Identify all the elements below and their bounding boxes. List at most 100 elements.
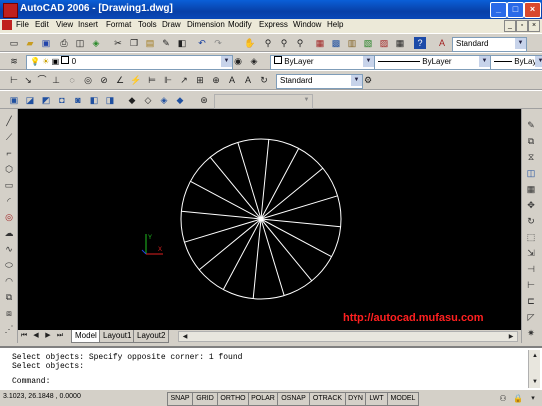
close-button[interactable]: × (524, 2, 541, 18)
menu-express[interactable]: Express (259, 20, 288, 29)
sphere-icon[interactable]: ◘ (56, 94, 68, 106)
chevron-down-icon[interactable]: ▼ (535, 56, 542, 67)
menu-tools[interactable]: Tools (138, 20, 157, 29)
prev-tab-icon[interactable]: ◀ (30, 330, 42, 342)
properties-icon[interactable]: ▦ (314, 37, 326, 49)
menu-help[interactable]: Help (327, 20, 343, 29)
lineweight-dropdown[interactable]: ByLayer ▼ (490, 55, 542, 70)
dimension-text-edit-icon[interactable]: A (242, 74, 254, 86)
spoke-line[interactable] (260, 167, 324, 220)
shade-wireframe-icon[interactable]: ◆ (126, 94, 138, 106)
layer-manager-icon[interactable]: ≋ (8, 55, 20, 67)
baseline-dimension-icon[interactable]: ⊨ (146, 74, 158, 86)
autocad-app-icon[interactable] (3, 3, 18, 18)
mirror-icon[interactable]: ⧖ (525, 151, 537, 163)
chevron-down-icon[interactable]: ▼ (301, 95, 312, 106)
first-tab-icon[interactable]: ⏮ (18, 330, 30, 342)
quick-dimension-icon[interactable]: ⚡ (130, 74, 142, 86)
tab-layout2[interactable]: Layout2 (133, 330, 170, 343)
chevron-down-icon[interactable]: ▼ (221, 56, 232, 67)
polygon-icon[interactable]: ⬡ (3, 163, 15, 175)
break-icon[interactable]: ⊏ (525, 295, 537, 307)
continue-dimension-icon[interactable]: ⊩ (162, 74, 174, 86)
drawing-area[interactable]: Y X http://autocad.mufasu.com (18, 109, 521, 330)
menu-insert[interactable]: Insert (78, 20, 98, 29)
minimize-button[interactable]: _ (490, 2, 507, 18)
dimension-style-icon[interactable]: ⚙ (362, 74, 374, 86)
array-icon[interactable]: ▦ (525, 183, 537, 195)
command-scrollbar[interactable]: ▲ ▼ (528, 350, 540, 388)
gouraud-shaded-icon[interactable]: ◆ (174, 94, 186, 106)
new-icon[interactable]: ▭ (8, 37, 20, 49)
design-center-icon[interactable]: ▩ (330, 37, 342, 49)
arc-length-icon[interactable]: ⌒ (36, 74, 48, 86)
dyn-toggle[interactable]: DYN (345, 392, 366, 406)
revision-cloud-icon[interactable]: ☁ (3, 227, 15, 239)
lock-toolbar-icon[interactable]: 🔒 (512, 393, 524, 405)
spoke-line[interactable] (260, 218, 285, 296)
scroll-left-icon[interactable]: ◀ (179, 331, 191, 343)
menu-dimension[interactable]: Dimension (187, 20, 225, 29)
offset-icon[interactable]: ◫ (525, 167, 537, 179)
menu-file[interactable]: File (16, 20, 29, 29)
ellipse-arc-icon[interactable]: ◠ (3, 275, 15, 287)
help-icon[interactable]: ? (414, 37, 426, 49)
spoke-line[interactable] (209, 156, 262, 220)
scroll-up-icon[interactable]: ▲ (529, 350, 541, 362)
menu-window[interactable]: Window (293, 20, 321, 29)
last-tab-icon[interactable]: ⏭ (54, 330, 66, 342)
cylinder-icon[interactable]: ◙ (72, 94, 84, 106)
quick-leader-icon[interactable]: ↗ (178, 74, 190, 86)
copy-object-icon[interactable]: ⧉ (525, 135, 537, 147)
spoke-line[interactable] (184, 218, 262, 243)
visual-style-dropdown[interactable]: ▼ (214, 94, 313, 109)
menu-format[interactable]: Format (106, 20, 131, 29)
doc-restore-button[interactable]: ▫ (516, 20, 528, 32)
redo-icon[interactable]: ↷ (212, 37, 224, 49)
point-icon[interactable]: ⋰ (3, 323, 15, 335)
chevron-down-icon[interactable]: ▼ (479, 56, 490, 67)
horizontal-scrollbar[interactable]: ◀ ▶ (178, 331, 518, 342)
save-icon[interactable]: ▣ (40, 37, 52, 49)
zoom-previous-icon[interactable]: ⚲ (294, 37, 306, 49)
construction-line-icon[interactable]: ⟋ (3, 131, 15, 143)
trim-icon[interactable]: ⊣ (525, 263, 537, 275)
next-tab-icon[interactable]: ▶ (42, 330, 54, 342)
undo-icon[interactable]: ↶ (196, 37, 208, 49)
radius-dimension-icon[interactable]: ◌ (66, 74, 78, 86)
move-icon[interactable]: ✥ (525, 199, 537, 211)
print-icon[interactable]: ⎙ (58, 37, 70, 49)
tolerance-icon[interactable]: ⊞ (194, 74, 206, 86)
markup-icon[interactable]: ▨ (378, 37, 390, 49)
dimension-update-icon[interactable]: ↻ (258, 74, 270, 86)
tab-layout1[interactable]: Layout1 (99, 330, 136, 343)
wedge-icon[interactable]: ◪ (24, 94, 36, 106)
layer-previous-icon[interactable]: ◈ (248, 55, 260, 67)
communication-center-icon[interactable]: ⚇ (497, 393, 509, 405)
block-editor-icon[interactable]: ◧ (176, 37, 188, 49)
match-properties-icon[interactable]: ✎ (160, 37, 172, 49)
diameter-dimension-icon[interactable]: ⊘ (98, 74, 110, 86)
pan-icon[interactable]: ✋ (244, 37, 256, 49)
jogged-dimension-icon[interactable]: ◎ (82, 74, 94, 86)
tool-palettes-icon[interactable]: ▥ (346, 37, 358, 49)
scroll-right-icon[interactable]: ▶ (505, 331, 517, 343)
cone-icon[interactable]: ◩ (40, 94, 52, 106)
spoke-line[interactable] (237, 142, 262, 220)
doc-close-button[interactable]: × (528, 20, 540, 32)
calculator-icon[interactable]: ▦ (394, 37, 406, 49)
center-mark-icon[interactable]: ⊕ (210, 74, 222, 86)
print-preview-icon[interactable]: ◫ (74, 37, 86, 49)
erase-icon[interactable]: ✎ (525, 119, 537, 131)
chevron-down-icon[interactable]: ▼ (351, 75, 362, 86)
menu-draw[interactable]: Draw (162, 20, 181, 29)
cut-icon[interactable]: ✂ (112, 37, 124, 49)
chamfer-icon[interactable]: ◸ (525, 311, 537, 323)
circle-icon[interactable]: ◎ (3, 211, 15, 223)
extrude-icon[interactable]: ◨ (104, 94, 116, 106)
polar-toggle[interactable]: POLAR (248, 392, 278, 406)
chevron-down-icon[interactable]: ▼ (363, 56, 374, 67)
ortho-toggle[interactable]: ORTHO (217, 392, 249, 406)
copy-icon[interactable]: ❐ (128, 37, 140, 49)
open-icon[interactable]: ▰ (24, 37, 36, 49)
